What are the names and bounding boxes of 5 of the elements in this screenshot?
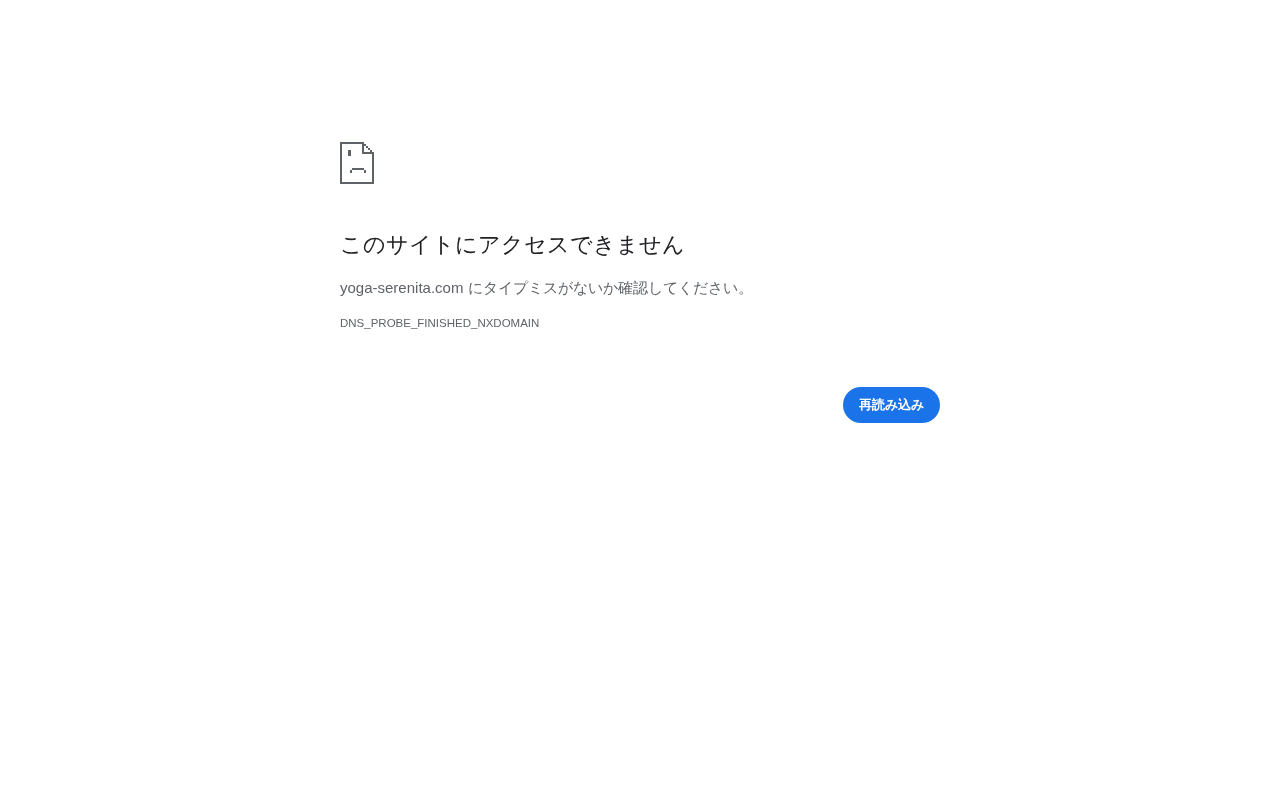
error-code: DNS_PROBE_FINISHED_NXDOMAIN <box>340 316 540 331</box>
reload-button[interactable]: 再読み込み <box>843 387 940 423</box>
error-heading: このサイトにアクセスできません <box>340 231 685 259</box>
error-message: yoga-serenita.com にタイプミスがないか確認してください。 <box>340 278 753 298</box>
sad-page-icon <box>340 142 374 184</box>
